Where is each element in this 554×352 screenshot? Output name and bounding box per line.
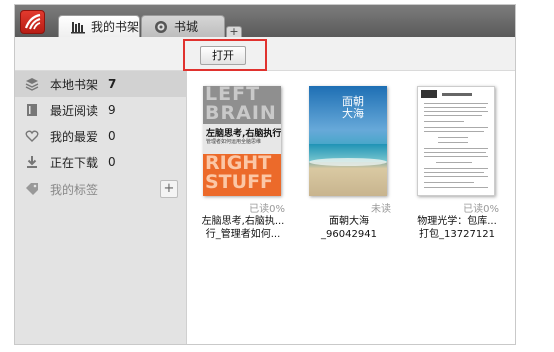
text-line xyxy=(424,152,486,153)
text-line xyxy=(424,111,488,112)
book-grid: LEFT BRAIN 左脑思考,右脑执行 管理者如何运用全脑思维 RIGHT S… xyxy=(188,72,515,344)
book-title-line: 面朝大海_96042941 xyxy=(321,216,377,240)
sidebar-item-favorites[interactable]: 我的最爱 0 xyxy=(15,123,187,149)
stack-icon xyxy=(25,77,39,91)
book-title: 物理光学：包库... 打包_13727121 xyxy=(415,215,499,241)
sidebar-item-downloading[interactable]: 正在下载 0 xyxy=(15,149,187,175)
bookshelf-icon xyxy=(71,20,85,34)
text-line xyxy=(424,148,488,149)
book-icon xyxy=(25,103,39,117)
book-title-line: 行_管理者如何... xyxy=(205,229,281,240)
heart-icon xyxy=(25,129,39,143)
toolbar: 打开 xyxy=(15,37,515,71)
text-line xyxy=(438,142,468,143)
text-line xyxy=(424,107,486,108)
tab-label: 我的书架 xyxy=(91,20,140,34)
tab-label: 书城 xyxy=(174,20,199,34)
app-logo-icon xyxy=(20,10,45,34)
cover-text: STUFF xyxy=(205,171,274,193)
book-item[interactable]: 已读0% 物理光学：包库... 打包_13727121 xyxy=(415,86,499,241)
tab-bookstore[interactable]: 书城 xyxy=(141,15,225,37)
app-window: 我的书架 书城 + 打开 本地书架 7 最近阅读 9 我的最爱 0 正在下载 0… xyxy=(14,4,516,345)
text-line xyxy=(424,115,482,116)
book-title-line: 打包_13727121 xyxy=(419,229,495,240)
cover-title: 面朝大海 xyxy=(342,95,364,120)
new-tab-button[interactable]: + xyxy=(226,26,242,37)
tab-my-bookshelf[interactable]: 我的书架 xyxy=(58,15,140,37)
sidebar-item-label: 正在下载 xyxy=(50,155,99,170)
text-line xyxy=(424,187,488,188)
open-button[interactable]: 打开 xyxy=(200,46,246,65)
text-line xyxy=(424,156,488,157)
book-item[interactable]: 面朝大海 未读 面朝大海_96042941 xyxy=(307,86,391,241)
sidebar-item-count: 0 xyxy=(108,155,116,169)
book-item[interactable]: LEFT BRAIN 左脑思考,右脑执行 管理者如何运用全脑思维 RIGHT S… xyxy=(201,86,285,241)
cover-subtitle: 管理者如何运用全脑思维 xyxy=(206,139,262,145)
sidebar-item-local-shelf[interactable]: 本地书架 7 xyxy=(15,71,187,97)
text-line xyxy=(424,121,464,122)
cover-surf xyxy=(309,158,387,166)
cover-band: 左脑思考,右脑执行 管理者如何运用全脑思维 xyxy=(203,124,281,154)
read-status: 未读 xyxy=(371,204,391,215)
read-status: 已读0% xyxy=(249,204,285,215)
compass-icon xyxy=(154,20,168,34)
text-line xyxy=(424,168,488,169)
sidebar-item-my-tags[interactable]: 我的标签 + xyxy=(15,176,187,202)
sidebar-item-count: 9 xyxy=(108,103,116,117)
download-icon xyxy=(25,155,39,169)
book-title: 左脑思考,右脑执... 行_管理者如何... xyxy=(201,215,285,241)
book-cover[interactable]: LEFT BRAIN 左脑思考,右脑执行 管理者如何运用全脑思维 RIGHT S… xyxy=(203,86,281,196)
book-cover[interactable]: 面朝大海 xyxy=(309,86,387,196)
text-line xyxy=(424,103,488,104)
text-line xyxy=(424,176,488,177)
cover-header-line xyxy=(442,93,472,96)
text-line xyxy=(424,127,488,128)
text-line xyxy=(424,172,484,173)
sidebar-item-count: 0 xyxy=(108,129,116,143)
sidebar-item-label: 最近阅读 xyxy=(50,103,99,118)
sidebar-item-recent[interactable]: 最近阅读 9 xyxy=(15,97,187,123)
book-title-line: 物理光学：包库... xyxy=(417,216,497,227)
text-line xyxy=(438,137,468,138)
sidebar-item-label: 我的最爱 xyxy=(50,129,99,144)
cover-band: RIGHT STUFF xyxy=(203,152,281,196)
add-tag-button[interactable]: + xyxy=(160,180,178,198)
text-line xyxy=(424,131,484,132)
cover-header-block xyxy=(421,90,437,98)
sidebar: 本地书架 7 最近阅读 9 我的最爱 0 正在下载 0 我的标签 + xyxy=(15,71,187,344)
sidebar-item-count: 7 xyxy=(108,77,117,91)
cover-text: BRAIN xyxy=(205,102,277,124)
cover-title: 左脑思考,右脑执行 xyxy=(206,129,281,139)
book-title-line: 左脑思考,右脑执... xyxy=(201,216,285,227)
sidebar-item-label: 我的标签 xyxy=(50,182,99,197)
tag-icon xyxy=(25,182,39,196)
text-line xyxy=(436,162,472,163)
book-cover[interactable] xyxy=(417,86,495,196)
book-title: 面朝大海_96042941 xyxy=(307,215,391,241)
read-status: 已读0% xyxy=(463,204,499,215)
sidebar-item-label: 本地书架 xyxy=(50,77,99,92)
text-line xyxy=(424,182,474,183)
tab-bar: 我的书架 书城 + xyxy=(15,5,515,37)
